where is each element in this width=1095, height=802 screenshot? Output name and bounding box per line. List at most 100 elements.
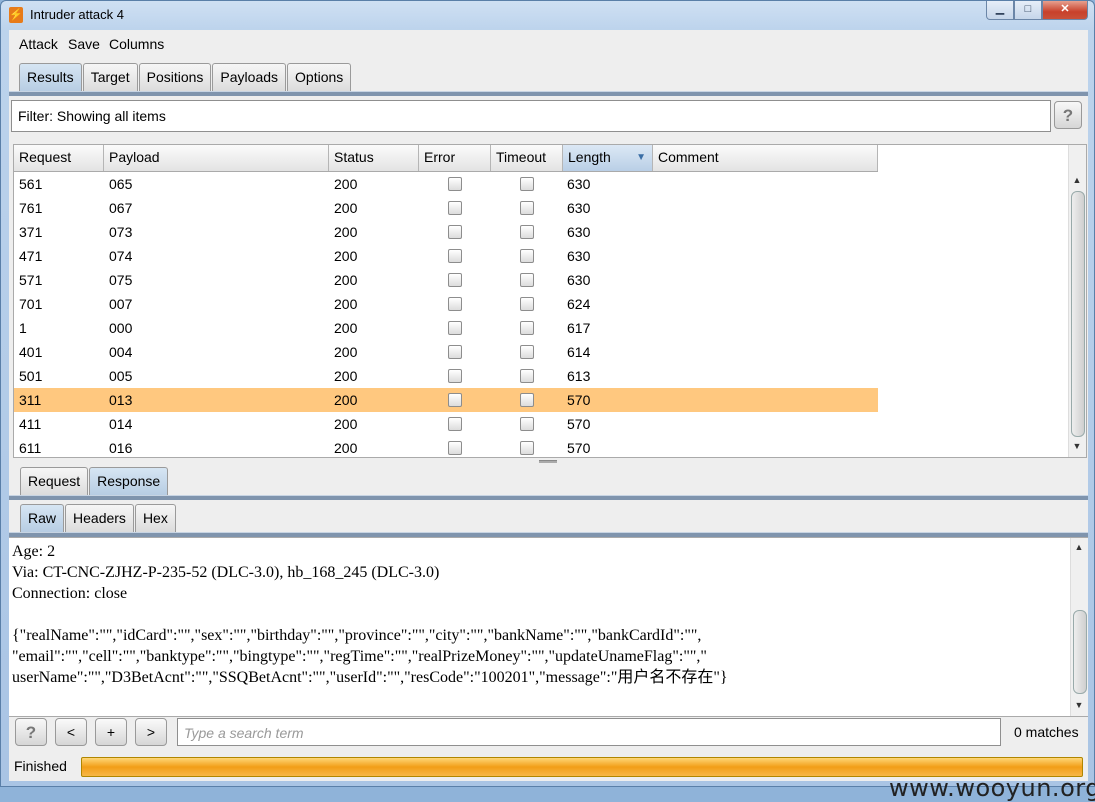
cell-length: 630 (567, 224, 591, 240)
scroll-up-icon[interactable]: ▲ (1072, 540, 1086, 554)
cell-payload: 005 (109, 368, 133, 384)
error-checkbox[interactable] (448, 297, 462, 311)
results-rows: 361 063 200 630 561065200630761067200630… (14, 152, 878, 457)
split-pane-grip[interactable] (539, 460, 557, 463)
search-prev-button[interactable]: < (55, 718, 87, 746)
table-row[interactable]: 571 075 200 630 (14, 268, 878, 292)
tab-payloads[interactable]: Payloads (212, 63, 287, 91)
cell-length: 617 (567, 320, 591, 336)
raw-line: userName":"","D3BetAcnt":"","SSQBetAcnt"… (12, 669, 728, 686)
search-add-button[interactable]: + (95, 718, 127, 746)
search-box[interactable] (177, 718, 1001, 746)
timeout-checkbox[interactable] (520, 225, 534, 239)
error-checkbox[interactable] (448, 441, 462, 455)
scroll-thumb[interactable] (1073, 610, 1087, 694)
timeout-checkbox[interactable] (520, 417, 534, 431)
timeout-checkbox[interactable] (520, 441, 534, 455)
search-bar: ? < + > 0 matches (9, 716, 1088, 750)
cell-request: 401 (19, 344, 43, 360)
menu-columns[interactable]: Columns (109, 36, 164, 52)
timeout-checkbox[interactable] (520, 321, 534, 335)
table-row[interactable]: 701 007 200 624 (14, 292, 878, 316)
table-row[interactable]: 501 005 200 613 (14, 364, 878, 388)
scroll-down-icon[interactable]: ▼ (1070, 439, 1084, 453)
timeout-checkbox[interactable] (520, 345, 534, 359)
timeout-checkbox[interactable] (520, 297, 534, 311)
col-length[interactable]: Length ▼ (563, 145, 653, 171)
tab-results[interactable]: Results (19, 63, 82, 91)
menu-attack[interactable]: Attack (19, 36, 58, 52)
filter-help-button[interactable]: ? (1054, 101, 1082, 129)
cell-length: 614 (567, 344, 591, 360)
intruder-window: ⚡ Intruder attack 4 ▁ □ ✕ Attack Save Co… (0, 0, 1095, 802)
timeout-checkbox[interactable] (520, 369, 534, 383)
menu-bar: Attack Save Columns (9, 30, 1088, 58)
tab-hex[interactable]: Hex (134, 504, 176, 532)
cell-length: 630 (567, 272, 591, 288)
filter-bar[interactable]: Filter: Showing all items (11, 100, 1051, 132)
table-row[interactable]: 611 016 200 570 (14, 436, 878, 457)
table-scrollbar[interactable]: ▲ ▼ (1068, 145, 1086, 457)
error-checkbox[interactable] (448, 417, 462, 431)
table-row[interactable]: 1 000 200 617 (14, 316, 878, 340)
cell-status: 200 (334, 176, 358, 192)
cell-status: 200 (334, 344, 358, 360)
scroll-down-icon[interactable]: ▼ (1072, 698, 1086, 712)
table-row[interactable]: 401 004 200 614 (14, 340, 878, 364)
timeout-checkbox[interactable] (520, 177, 534, 191)
col-error[interactable]: Error (419, 145, 491, 171)
tab-raw[interactable]: Raw (20, 504, 65, 532)
col-payload[interactable]: Payload (104, 145, 329, 171)
minimize-button[interactable]: ▁ (986, 1, 1014, 20)
scroll-thumb[interactable] (1071, 191, 1085, 437)
timeout-checkbox[interactable] (520, 273, 534, 287)
cell-status: 200 (334, 392, 358, 408)
error-checkbox[interactable] (448, 321, 462, 335)
cell-payload: 016 (109, 440, 133, 456)
search-next-button[interactable]: > (135, 718, 167, 746)
timeout-checkbox[interactable] (520, 393, 534, 407)
tab-response[interactable]: Response (89, 467, 169, 495)
tab-headers[interactable]: Headers (65, 504, 134, 532)
raw-response-panel[interactable]: Age: 2 Via: CT-CNC-ZJHZ-P-235-52 (DLC-3.0… (9, 537, 1088, 717)
error-checkbox[interactable] (448, 345, 462, 359)
search-input[interactable] (182, 720, 986, 746)
error-checkbox[interactable] (448, 201, 462, 215)
table-row[interactable]: 761 067 200 630 (14, 196, 878, 220)
tab-request[interactable]: Request (20, 467, 89, 495)
search-help-button[interactable]: ? (15, 718, 47, 746)
status-text: Finished (14, 758, 67, 774)
tab-target[interactable]: Target (82, 63, 138, 91)
table-row[interactable]: 371 073 200 630 (14, 220, 878, 244)
table-row[interactable]: 471 074 200 630 (14, 244, 878, 268)
scroll-up-icon[interactable]: ▲ (1070, 173, 1084, 187)
cell-request: 571 (19, 272, 43, 288)
error-checkbox[interactable] (448, 369, 462, 383)
col-status[interactable]: Status (329, 145, 419, 171)
maximize-button[interactable]: □ (1014, 1, 1042, 20)
burp-app-icon: ⚡ (9, 7, 23, 23)
close-button[interactable]: ✕ (1042, 1, 1088, 20)
menu-save[interactable]: Save (68, 36, 100, 52)
table-row[interactable]: 311 013 200 570 (14, 388, 878, 412)
error-checkbox[interactable] (448, 177, 462, 191)
raw-line: Connection: close (12, 585, 128, 602)
error-checkbox[interactable] (448, 249, 462, 263)
error-checkbox[interactable] (448, 225, 462, 239)
cell-request: 761 (19, 200, 43, 216)
col-timeout[interactable]: Timeout (491, 145, 563, 171)
tab-positions[interactable]: Positions (138, 63, 212, 91)
table-row[interactable]: 561 065 200 630 (14, 172, 878, 196)
error-checkbox[interactable] (448, 273, 462, 287)
timeout-checkbox[interactable] (520, 249, 534, 263)
raw-line (12, 604, 728, 625)
tab-options[interactable]: Options (287, 63, 352, 91)
error-checkbox[interactable] (448, 393, 462, 407)
raw-scrollbar[interactable]: ▲ ▼ (1070, 538, 1088, 716)
cell-request: 411 (19, 416, 42, 432)
table-row[interactable]: 411 014 200 570 (14, 412, 878, 436)
timeout-checkbox[interactable] (520, 201, 534, 215)
cell-status: 200 (334, 272, 358, 288)
col-comment[interactable]: Comment (653, 145, 878, 171)
col-request[interactable]: Request (14, 145, 104, 171)
